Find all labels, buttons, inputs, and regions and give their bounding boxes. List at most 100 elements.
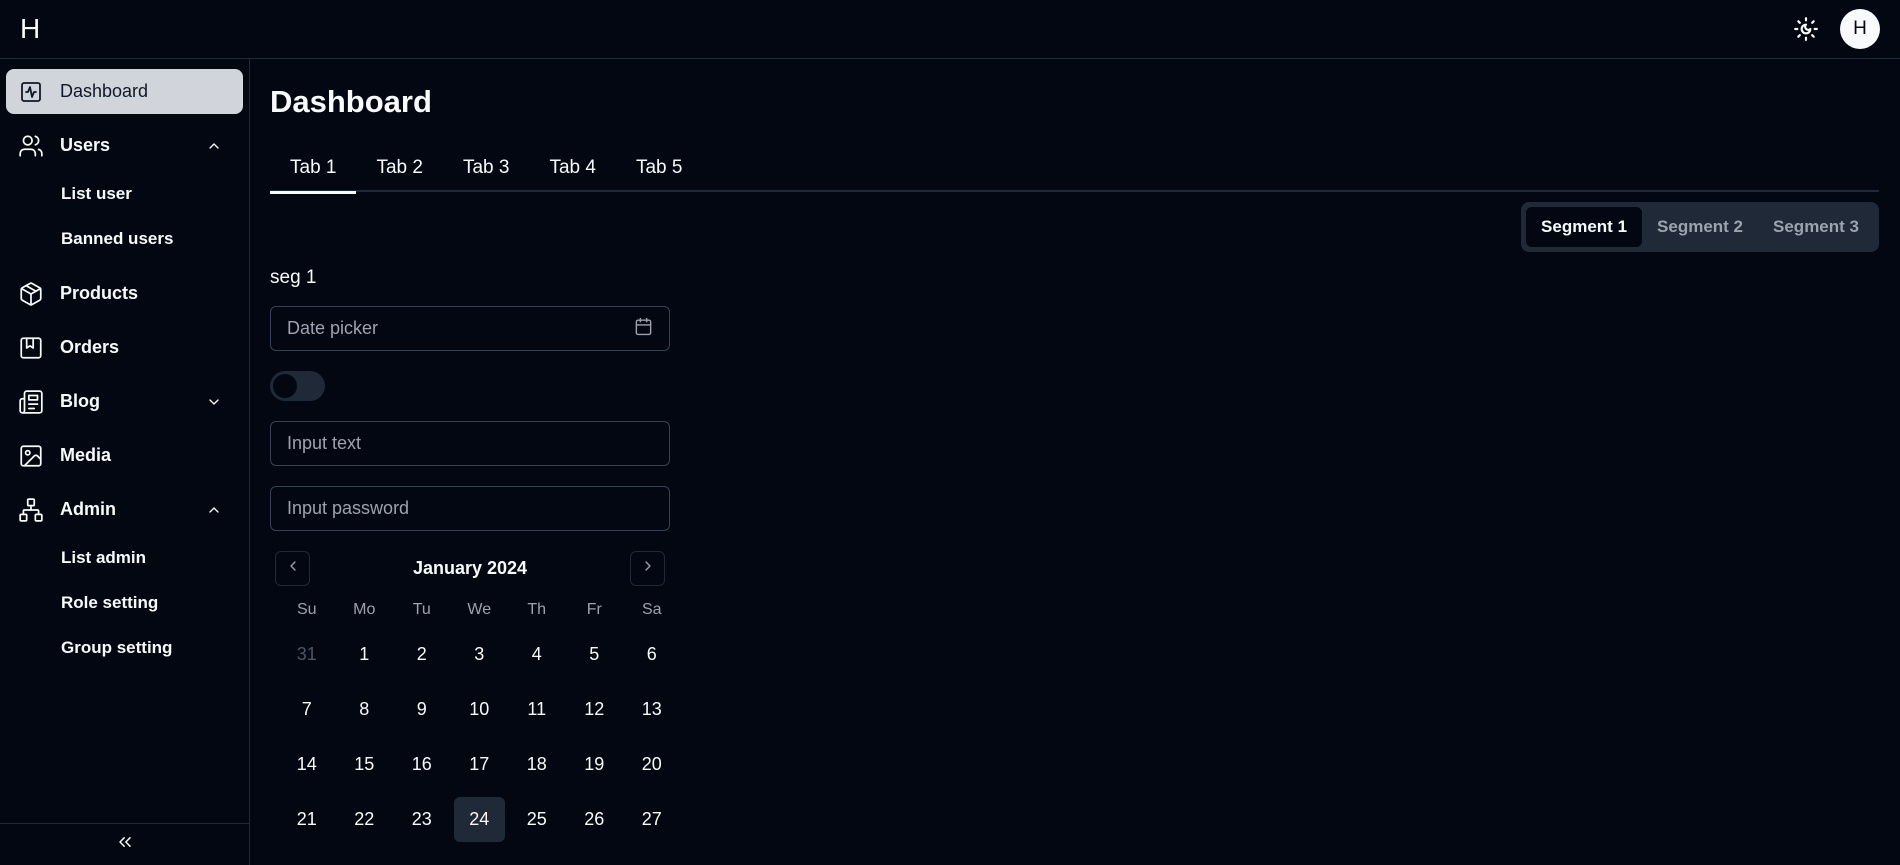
sidebar-sublist-admin: List admin Role setting Group setting [6, 535, 243, 670]
sidebar-item-label: Blog [60, 391, 100, 411]
next-month-button[interactable] [630, 551, 665, 586]
sidebar-item-label: Users [60, 135, 111, 155]
text-field[interactable] [270, 421, 670, 466]
sidebar-item-label: Media [60, 445, 112, 465]
tab-3[interactable]: Tab 3 [443, 144, 529, 192]
tab-4[interactable]: Tab 4 [529, 144, 615, 192]
calendar-day[interactable]: 26 [569, 797, 620, 842]
activity-icon [18, 79, 44, 105]
sidebar-subitem-list-user[interactable]: List user [6, 171, 243, 216]
sidebar-item-admin[interactable]: Admin [6, 487, 243, 532]
calendar-day[interactable]: 23 [396, 797, 447, 842]
sidebar-item-media[interactable]: Media [6, 433, 243, 478]
chevron-up-icon [205, 501, 223, 519]
calendar-day[interactable]: 8 [339, 687, 390, 732]
date-picker-input[interactable] [287, 318, 634, 339]
sidebar-item-label: Admin [60, 499, 116, 519]
tab-2[interactable]: Tab 2 [356, 144, 442, 192]
sidebar-subitem-list-admin[interactable]: List admin [6, 535, 243, 580]
weekday-label: Tu [412, 601, 431, 618]
calendar-day[interactable]: 22 [339, 797, 390, 842]
tab-list: Tab 1 Tab 2 Tab 3 Tab 4 Tab 5 [270, 144, 1879, 194]
toggle-switch[interactable] [270, 371, 325, 401]
tab-5[interactable]: Tab 5 [616, 144, 702, 192]
sidebar-sublist-users: List user Banned users [6, 171, 243, 261]
calendar-month-title: January 2024 [412, 558, 528, 578]
calendar-day[interactable]: 10 [454, 687, 505, 732]
calendar-weekdays: Su Mo Tu We Th Fr Sa [278, 597, 665, 623]
sidebar-subitem-group-setting[interactable]: Group setting [6, 625, 243, 670]
weekday-label: Su [296, 601, 317, 618]
newspaper-icon [18, 389, 44, 415]
sidebar-nav: Dashboard Users List user Banned users P… [0, 59, 249, 670]
sitemap-icon [18, 497, 44, 523]
segment-content-label: seg 1 [270, 267, 317, 288]
page-title: Dashboard [270, 84, 432, 119]
calendar-icon[interactable] [634, 317, 653, 341]
calendar-day[interactable]: 9 [396, 687, 447, 732]
text-input[interactable] [287, 433, 653, 454]
calendar-day[interactable]: 5 [569, 632, 620, 677]
sidebar-item-label: Orders [60, 337, 120, 357]
sidebar-item-orders[interactable]: Orders [6, 325, 243, 370]
calendar-day[interactable]: 15 [339, 742, 390, 787]
calendar-day[interactable]: 1 [339, 632, 390, 677]
calendar-day[interactable]: 21 [281, 797, 332, 842]
weekday-label: We [467, 601, 492, 618]
calendar-day[interactable]: 6 [626, 632, 677, 677]
sidebar-item-blog[interactable]: Blog [6, 379, 243, 424]
segment-1[interactable]: Segment 1 [1526, 207, 1643, 247]
top-bar-actions: H [1791, 9, 1880, 49]
segment-row: Segment 1 Segment 2 Segment 3 [270, 202, 1879, 252]
password-input[interactable] [287, 498, 653, 519]
calendar-day[interactable]: 14 [281, 742, 332, 787]
sidebar-item-users[interactable]: Users [6, 123, 243, 168]
sidebar-collapse-button[interactable] [0, 823, 250, 865]
segment-2[interactable]: Segment 2 [1642, 207, 1758, 247]
top-bar: H H [0, 0, 1900, 59]
calendar-day[interactable]: 12 [569, 687, 620, 732]
date-picker-field[interactable] [270, 306, 670, 351]
image-icon [18, 443, 44, 469]
calendar-day[interactable]: 3 [454, 632, 505, 677]
calendar: January 2024 Su Mo Tu We Th Fr Sa 31 1 2 3 4… [270, 551, 670, 842]
calendar-day[interactable]: 17 [454, 742, 505, 787]
calendar-day[interactable]: 7 [281, 687, 332, 732]
chevron-right-icon [640, 558, 656, 579]
calendar-day[interactable]: 24 [453, 797, 505, 842]
calendar-day[interactable]: 25 [511, 797, 562, 842]
calendar-day[interactable]: 31 [281, 632, 332, 677]
calendar-day[interactable]: 16 [396, 742, 447, 787]
sidebar-subitem-banned-users[interactable]: Banned users [6, 216, 243, 261]
calendar-day[interactable]: 4 [511, 632, 562, 677]
users-icon [18, 133, 44, 159]
calendar-day[interactable]: 11 [511, 687, 562, 732]
weekday-label: Mo [353, 601, 376, 618]
password-field[interactable] [270, 486, 670, 531]
avatar[interactable]: H [1840, 9, 1880, 49]
calendar-day[interactable]: 27 [626, 797, 677, 842]
bookmark-icon [18, 335, 44, 361]
calendar-day[interactable]: 2 [396, 632, 447, 677]
sidebar-item-dashboard[interactable]: Dashboard [6, 69, 243, 114]
prev-month-button[interactable] [275, 551, 310, 586]
segment-3[interactable]: Segment 3 [1758, 207, 1874, 247]
sidebar: Dashboard Users List user Banned users P… [0, 59, 250, 865]
weekday-label: Th [527, 601, 547, 618]
chevron-up-icon [205, 137, 223, 155]
theme-toggle-icon[interactable] [1791, 14, 1821, 44]
calendar-day[interactable]: 13 [626, 687, 677, 732]
box-icon [18, 281, 44, 307]
chevron-left-icon [285, 558, 301, 579]
weekday-label: Sa [641, 601, 662, 618]
toggle-knob [273, 374, 297, 398]
tab-1[interactable]: Tab 1 [270, 144, 357, 194]
sidebar-subitem-role-setting[interactable]: Role setting [6, 580, 243, 625]
main-content: Dashboard Tab 1 Tab 2 Tab 3 Tab 4 Tab 5 … [270, 59, 1879, 842]
app-logo[interactable]: H [20, 15, 40, 43]
calendar-day[interactable]: 19 [569, 742, 620, 787]
calendar-days: 31 1 2 3 4 5 6 7 8 9 10 11 12 13 14 15 16 17 18 19 20 21 22 23 2… [278, 632, 665, 842]
calendar-day[interactable]: 20 [626, 742, 677, 787]
calendar-day[interactable]: 18 [511, 742, 562, 787]
sidebar-item-products[interactable]: Products [6, 271, 243, 316]
